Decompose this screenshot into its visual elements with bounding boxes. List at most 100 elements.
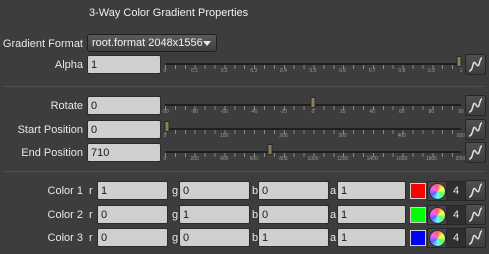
color-1-curve-editor-button[interactable] bbox=[465, 180, 486, 201]
color-1-swatch[interactable] bbox=[410, 183, 426, 199]
slider-tick-label: 0 bbox=[311, 109, 315, 115]
color-2-r-field[interactable]: 0 bbox=[97, 205, 168, 224]
color-3-swatch[interactable] bbox=[410, 230, 426, 246]
curve-editor-icon bbox=[468, 57, 483, 72]
color-3-curve-editor-button[interactable] bbox=[465, 227, 486, 248]
color-2-color-wheel-button[interactable] bbox=[427, 205, 447, 225]
slider-tick-label: 0.5 bbox=[309, 68, 317, 74]
slider-tick-label: 20 bbox=[339, 109, 346, 115]
channel-g-label: g bbox=[172, 232, 179, 244]
end-position-field[interactable]: 710 bbox=[87, 143, 161, 162]
slider-tick-label: 600 bbox=[249, 156, 258, 162]
slider-tick-label: 1200 bbox=[337, 156, 349, 162]
alpha-curve-editor-button[interactable] bbox=[465, 54, 486, 75]
slider-tick-label: 200 bbox=[190, 156, 199, 162]
slider-tick-label: 0.2 bbox=[220, 68, 228, 74]
color-1-b-field[interactable]: 0 bbox=[258, 181, 329, 200]
gradient-format-label: Gradient Format bbox=[2, 38, 83, 50]
curve-editor-icon bbox=[468, 122, 483, 137]
channel-g-label: g bbox=[172, 185, 179, 197]
alpha-label: Alpha bbox=[54, 59, 83, 71]
start-position-label: Start Position bbox=[17, 124, 83, 136]
alpha-slider[interactable]: 0 0.1 0.2 0.3 0.4 0.5 0.6 0.7 0.8 0.9 1 bbox=[163, 56, 463, 76]
color-1-a-field[interactable]: 1 bbox=[337, 181, 406, 200]
color-wheel-icon bbox=[429, 183, 446, 200]
slider-handle[interactable] bbox=[164, 121, 170, 132]
color-2-curve-editor-button[interactable] bbox=[465, 204, 486, 225]
slider-tick-label: 40 bbox=[369, 109, 375, 115]
slider-tick-label: 80 bbox=[428, 109, 435, 115]
color-1-color-wheel-button[interactable] bbox=[427, 181, 447, 201]
chevron-down-icon bbox=[203, 41, 211, 46]
slider-tick-label: 0.9 bbox=[427, 68, 435, 74]
slider-tick-label: 0.7 bbox=[368, 68, 376, 74]
color-3-count[interactable]: 4 bbox=[446, 228, 466, 248]
color-3-g-field[interactable]: 0 bbox=[179, 228, 250, 247]
color-3-label: Color 3 bbox=[47, 232, 83, 244]
slider-ticks bbox=[165, 130, 461, 134]
start-position-field[interactable]: 0 bbox=[87, 120, 161, 139]
slider-tick-label: 0 bbox=[163, 156, 167, 162]
slider-tick-label: 1800 bbox=[425, 156, 437, 162]
color-2-swatch[interactable] bbox=[410, 207, 426, 223]
slider-tick-label: 0.8 bbox=[398, 68, 406, 74]
slider-tick-label: 1 bbox=[459, 68, 463, 74]
slider-tick-label: 60 bbox=[399, 109, 405, 115]
gradient-format-value: root.format 2048x1556 bbox=[92, 37, 203, 49]
slider-tick-label: -60 bbox=[220, 109, 228, 115]
slider-tick-label: 400 bbox=[220, 156, 229, 162]
slider-tick-label: 200 bbox=[279, 133, 288, 139]
slider-tick-label: 500 bbox=[456, 133, 466, 139]
slider-tick-label: 0 bbox=[163, 68, 167, 74]
slider-tick-label: 1400 bbox=[366, 156, 378, 162]
color-3-a-field[interactable]: 1 bbox=[337, 228, 406, 247]
color-1-count[interactable]: 4 bbox=[446, 181, 466, 201]
slider-tick-label: 300 bbox=[338, 133, 347, 139]
color-2-a-field[interactable]: 1 bbox=[337, 205, 406, 224]
slider-tick-label: 0.1 bbox=[191, 68, 199, 74]
channel-a-label: a bbox=[330, 232, 337, 244]
separator bbox=[4, 86, 485, 87]
channel-a-label: a bbox=[330, 209, 337, 221]
slider-tick-label: 0 bbox=[163, 133, 167, 139]
color-2-count[interactable]: 4 bbox=[446, 205, 466, 225]
color-2-g-field[interactable]: 1 bbox=[179, 205, 250, 224]
color-2-label: Color 2 bbox=[47, 209, 83, 221]
color-3-color-wheel-button[interactable] bbox=[427, 228, 447, 248]
rotate-field[interactable]: 0 bbox=[87, 96, 161, 115]
channel-r-label: r bbox=[89, 185, 93, 197]
separator bbox=[4, 171, 485, 172]
curve-editor-icon bbox=[468, 98, 483, 113]
slider-tick-label: 0.4 bbox=[279, 68, 287, 74]
slider-tick-label: 800 bbox=[279, 156, 288, 162]
channel-r-label: r bbox=[89, 209, 93, 221]
slider-tick-label: -20 bbox=[279, 109, 288, 115]
color-1-r-field[interactable]: 1 bbox=[97, 181, 168, 200]
start-position-curve-editor-button[interactable] bbox=[465, 119, 486, 140]
slider-handle[interactable] bbox=[267, 144, 273, 155]
color-1-g-field[interactable]: 0 bbox=[179, 181, 250, 200]
channel-r-label: r bbox=[89, 232, 93, 244]
gradient-format-dropdown[interactable]: root.format 2048x1556 bbox=[87, 34, 217, 52]
slider-tick-label: 400 bbox=[397, 133, 406, 139]
curve-editor-icon bbox=[468, 145, 483, 160]
end-position-curve-editor-button[interactable] bbox=[465, 142, 486, 163]
slider-tick-label: -90 bbox=[161, 109, 169, 115]
rotate-curve-editor-button[interactable] bbox=[465, 95, 486, 116]
color-wheel-icon bbox=[429, 230, 446, 247]
curve-editor-icon bbox=[468, 207, 483, 222]
color-3-r-field[interactable]: 0 bbox=[97, 228, 168, 247]
color-wheel-icon bbox=[429, 207, 446, 224]
panel-title: 3-Way Color Gradient Properties bbox=[89, 7, 249, 19]
channel-a-label: a bbox=[330, 185, 337, 197]
end-position-slider[interactable]: 0 200 400 600 800 1000 1200 1400 1600 1800 2000 bbox=[163, 144, 467, 164]
start-position-slider[interactable]: 0 100 200 300 400 500 bbox=[163, 121, 465, 141]
alpha-field[interactable]: 1 bbox=[87, 55, 161, 74]
slider-handle[interactable] bbox=[310, 97, 316, 108]
rotate-slider[interactable]: -90 -80 -60 -40 -20 0 20 40 60 80 90 bbox=[161, 97, 464, 117]
color-3-b-field[interactable]: 1 bbox=[258, 228, 329, 247]
curve-editor-icon bbox=[468, 183, 483, 198]
slider-handle[interactable] bbox=[456, 56, 462, 67]
color-2-b-field[interactable]: 0 bbox=[258, 205, 329, 224]
slider-tick-label: -80 bbox=[190, 109, 199, 115]
